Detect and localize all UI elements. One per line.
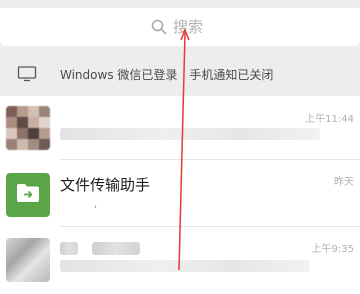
chat-time: 上午9:35: [311, 244, 354, 255]
blurred-name: [92, 242, 140, 255]
search-inner: 搜索: [151, 17, 203, 37]
chat-list: 上午11:44 文件传输助手 昨天 , 上午9:35: [0, 96, 360, 294]
chat-time: 昨天: [334, 177, 354, 188]
search-placeholder: 搜索: [173, 18, 204, 36]
folder-arrow-icon: [16, 183, 40, 207]
chat-item-file-transfer[interactable]: 文件传输助手 昨天 ,: [0, 163, 360, 227]
chat-item-blurred-2[interactable]: 上午9:35: [0, 230, 360, 294]
chat-time: 上午11:44: [305, 114, 354, 125]
search-icon: [151, 19, 167, 35]
divider: [60, 226, 360, 227]
device-login-banner[interactable]: Windows 微信已登录 手机通知已关闭: [0, 54, 360, 94]
notification-status-text: 手机通知已关闭: [189, 67, 274, 82]
device-login-text: Windows 微信已登录: [60, 67, 178, 82]
file-transfer-avatar: [6, 173, 50, 217]
chat-name: 文件传输助手: [60, 176, 151, 194]
monitor-icon: [17, 66, 37, 82]
chat-preview: ,: [94, 199, 98, 210]
blurred-preview: [60, 260, 310, 272]
blurred-preview: [60, 128, 320, 140]
avatar: [6, 106, 50, 150]
avatar: [6, 238, 50, 282]
top-spacer: [0, 0, 360, 8]
divider: [60, 159, 360, 160]
chat-item-blurred-1[interactable]: 上午11:44: [0, 96, 360, 160]
search-bar[interactable]: 搜索: [0, 8, 360, 46]
blurred-name: [60, 242, 78, 255]
